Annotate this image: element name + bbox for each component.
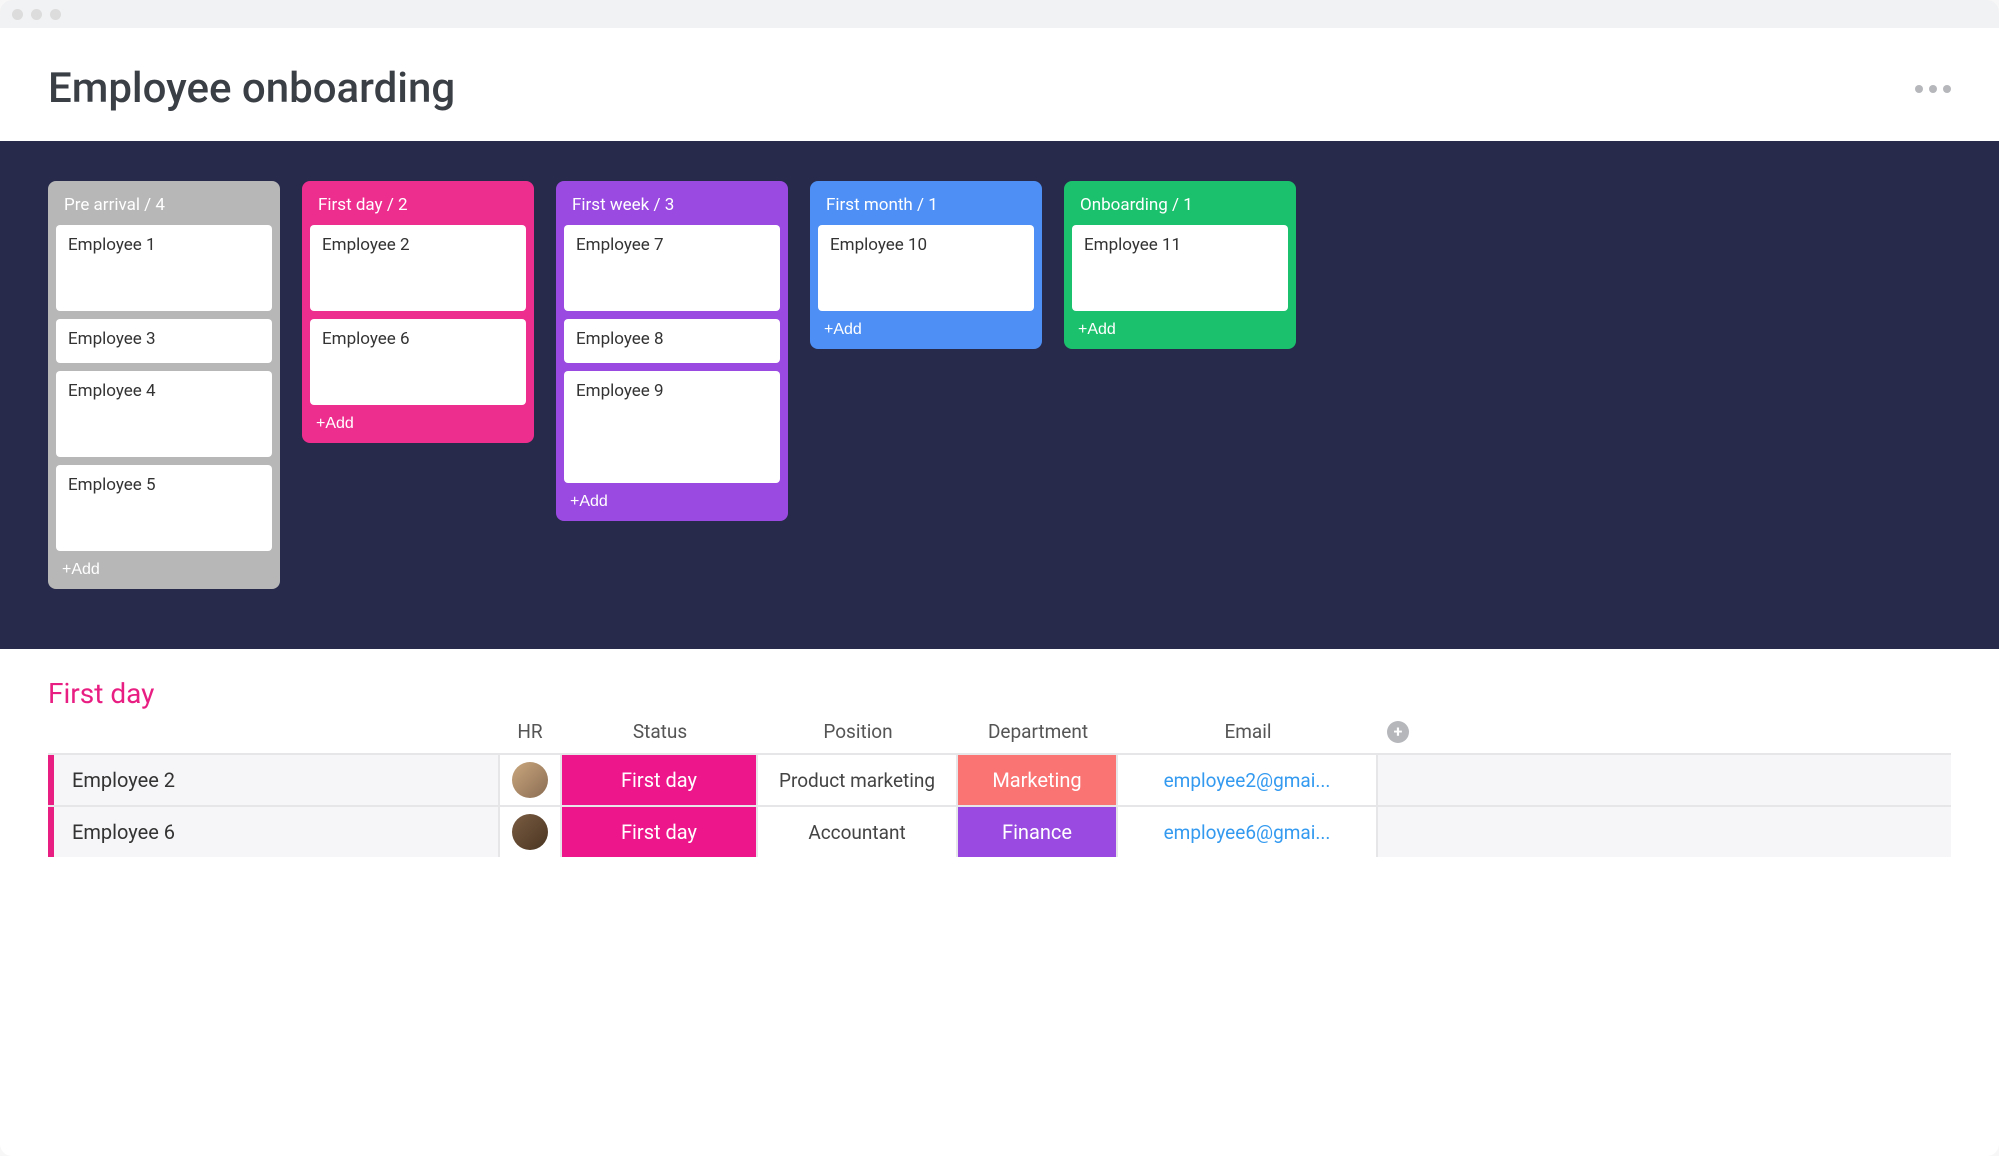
row-name-cell[interactable]: Employee 2: [48, 755, 498, 805]
kanban-card[interactable]: Employee 7: [564, 225, 780, 311]
hr-cell[interactable]: [498, 807, 562, 857]
kanban-card[interactable]: Employee 5: [56, 465, 272, 551]
email-cell[interactable]: employee2@gmai...: [1118, 755, 1378, 805]
kanban-card[interactable]: Employee 8: [564, 319, 780, 363]
kanban-column: First week / 3Employee 7 Employee 8 Employ…: [556, 181, 788, 521]
position-cell[interactable]: Accountant: [758, 807, 958, 857]
position-cell[interactable]: Product marketing: [758, 755, 958, 805]
status-cell[interactable]: First day: [562, 755, 758, 805]
add-card-button[interactable]: +Add: [1072, 313, 1288, 341]
column-header-position[interactable]: Position: [758, 720, 958, 743]
add-card-button[interactable]: +Add: [310, 407, 526, 435]
department-cell[interactable]: Finance: [958, 807, 1118, 857]
add-column-button[interactable]: +: [1387, 721, 1409, 743]
status-cell[interactable]: First day: [562, 807, 758, 857]
kanban-column: First day / 2Employee 2Employee 6+Add: [302, 181, 534, 443]
column-header-department[interactable]: Department: [958, 720, 1118, 743]
kanban-card[interactable]: Employee 3: [56, 319, 272, 363]
kanban-board: Pre arrival / 4Employee 1 Employee 3 Emplo…: [0, 141, 1999, 649]
add-card-button[interactable]: +Add: [56, 553, 272, 581]
column-header-hr[interactable]: HR: [498, 720, 562, 743]
window-chrome: [0, 0, 1999, 28]
kanban-column: First month / 1Employee 10+Add: [810, 181, 1042, 349]
add-card-button[interactable]: +Add: [564, 485, 780, 513]
column-header[interactable]: First day / 2: [310, 189, 526, 225]
table-row[interactable]: Employee 2 First dayProduct marketingMark…: [48, 753, 1951, 805]
chrome-dot: [31, 9, 42, 20]
row-name-cell[interactable]: Employee 6: [48, 807, 498, 857]
table-row[interactable]: Employee 6 First dayAccountantFinanceempl…: [48, 805, 1951, 857]
page-title: Employee onboarding: [48, 64, 455, 113]
chrome-dot: [12, 9, 23, 20]
row-spacer: [1378, 755, 1418, 805]
kanban-card[interactable]: Employee 2: [310, 225, 526, 311]
group-title[interactable]: First day: [48, 677, 1951, 710]
kanban-card[interactable]: Employee 4: [56, 371, 272, 457]
avatar: [512, 762, 548, 798]
hr-cell[interactable]: [498, 755, 562, 805]
chrome-dot: [50, 9, 61, 20]
kanban-column: Onboarding / 1Employee 11+Add: [1064, 181, 1296, 349]
kanban-card[interactable]: Employee 11: [1072, 225, 1288, 311]
column-header[interactable]: First week / 3: [564, 189, 780, 225]
kanban-card[interactable]: Employee 1: [56, 225, 272, 311]
column-header[interactable]: Pre arrival / 4: [56, 189, 272, 225]
kanban-column: Pre arrival / 4Employee 1 Employee 3 Emplo…: [48, 181, 280, 589]
row-spacer: [1378, 807, 1418, 857]
column-header-email[interactable]: Email: [1118, 720, 1378, 743]
column-header[interactable]: Onboarding / 1: [1072, 189, 1288, 225]
department-cell[interactable]: Marketing: [958, 755, 1118, 805]
kanban-card[interactable]: Employee 10: [818, 225, 1034, 311]
kanban-card[interactable]: Employee 9: [564, 371, 780, 483]
column-header-status[interactable]: Status: [562, 720, 758, 743]
column-header[interactable]: First month / 1: [818, 189, 1034, 225]
kanban-card[interactable]: Employee 6: [310, 319, 526, 405]
add-card-button[interactable]: +Add: [818, 313, 1034, 341]
email-cell[interactable]: employee6@gmai...: [1118, 807, 1378, 857]
more-menu-button[interactable]: [1915, 85, 1951, 93]
avatar: [512, 814, 548, 850]
